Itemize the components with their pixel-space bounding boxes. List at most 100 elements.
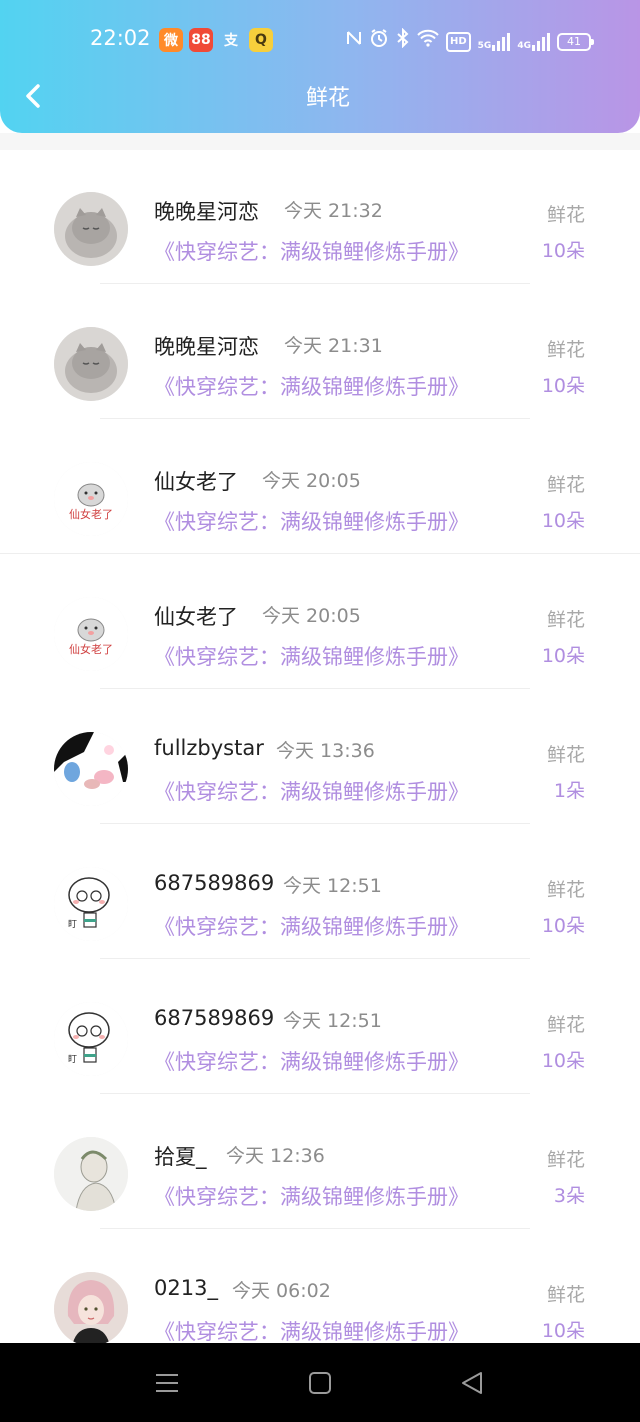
user-name[interactable]: 仙女老了 <box>154 601 238 631</box>
top-header: 22:02 微 88 支 Q HD 5G 4G 41 鲜花 <box>0 0 640 133</box>
record-time: 今天 12:36 <box>226 1145 325 1167</box>
gift-type: 鲜花 <box>546 744 585 766</box>
svg-text:仙女老了: 仙女老了 <box>69 507 113 521</box>
avatar[interactable] <box>54 192 128 266</box>
user-name[interactable]: 687589869 <box>154 871 274 895</box>
row-divider <box>100 283 530 284</box>
signal-5g-icon: 5G <box>478 32 511 51</box>
menu-icon <box>156 1374 178 1392</box>
user-name[interactable]: 拾夏_ <box>154 1141 207 1171</box>
gift-count: 1朵 <box>553 780 585 802</box>
book-title-link[interactable]: 《快穿综艺：满级锦鲤修炼手册》 <box>154 371 469 401</box>
book-title-link[interactable]: 《快穿综艺：满级锦鲤修炼手册》 <box>154 776 469 806</box>
record-time: 今天 13:36 <box>276 740 375 762</box>
user-name[interactable]: 0213_ <box>154 1276 218 1300</box>
home-button[interactable] <box>300 1365 340 1401</box>
user-name[interactable]: fullzbystar <box>154 736 264 760</box>
avatar[interactable] <box>54 1272 128 1343</box>
avatar[interactable]: 仙女老了 <box>54 462 128 536</box>
notification-icons: 微 88 支 Q <box>159 28 273 52</box>
gift-type: 鲜花 <box>546 339 585 361</box>
gift-type: 鲜花 <box>546 879 585 901</box>
record-time: 今天 12:51 <box>283 875 382 897</box>
avatar[interactable] <box>54 732 128 806</box>
signal-4g-icon: 4G <box>517 32 550 51</box>
user-name[interactable]: 晚晚星河恋 <box>154 196 259 226</box>
gift-record-list[interactable]: 晚晚星河恋 今天 21:32 《快穿综艺：满级锦鲤修炼手册》 鲜花 10朵 晚晚… <box>0 150 640 1343</box>
user-name[interactable]: 687589869 <box>154 1006 274 1030</box>
book-title-link[interactable]: 《快穿综艺：满级锦鲤修炼手册》 <box>154 506 469 536</box>
list-item[interactable]: 仙女老了 仙女老了 今天 20:05 《快穿综艺：满级锦鲤修炼手册》 鲜花 10… <box>0 555 640 690</box>
record-time: 今天 21:31 <box>284 335 383 357</box>
battery-icon: 41 <box>556 32 594 51</box>
row-divider <box>0 553 640 554</box>
list-item[interactable]: 拾夏_ 今天 12:36 《快穿综艺：满级锦鲤修炼手册》 鲜花 3朵 <box>0 1095 640 1230</box>
gift-count: 10朵 <box>541 915 585 937</box>
gift-type: 鲜花 <box>546 1149 585 1171</box>
list-item[interactable]: 0213_ 今天 06:02 《快穿综艺：满级锦鲤修炼手册》 鲜花 10朵 <box>0 1230 640 1343</box>
gift-type: 鲜花 <box>546 474 585 496</box>
gift-count: 10朵 <box>541 1320 585 1342</box>
menu-button[interactable] <box>147 1365 187 1401</box>
gift-count: 10朵 <box>541 240 585 262</box>
back-triangle-icon <box>462 1372 482 1394</box>
user-name[interactable]: 晚晚星河恋 <box>154 331 259 361</box>
alarm-icon <box>369 28 389 55</box>
book-title-link[interactable]: 《快穿综艺：满级锦鲤修炼手册》 <box>154 1316 469 1343</box>
svg-text:盯: 盯 <box>68 1054 77 1065</box>
avatar[interactable] <box>54 1137 128 1211</box>
wifi-icon <box>417 29 439 54</box>
record-time: 今天 06:02 <box>232 1280 331 1302</box>
row-divider <box>100 1228 530 1229</box>
user-name[interactable]: 仙女老了 <box>154 466 238 496</box>
gift-type: 鲜花 <box>546 204 585 226</box>
gift-type: 鲜花 <box>546 1284 585 1306</box>
hd-icon: HD <box>446 31 471 52</box>
weibo-icon: 微 <box>159 28 183 52</box>
status-time: 22:02 <box>90 26 151 50</box>
row-divider <box>100 823 530 824</box>
book-title-link[interactable]: 《快穿综艺：满级锦鲤修炼手册》 <box>154 236 469 266</box>
list-item[interactable]: 盯 687589869 今天 12:51 《快穿综艺：满级锦鲤修炼手册》 鲜花 … <box>0 960 640 1095</box>
gift-count: 10朵 <box>541 1050 585 1072</box>
record-time: 今天 20:05 <box>262 470 361 492</box>
qq-icon: Q <box>249 28 273 52</box>
avatar[interactable]: 盯 <box>54 1002 128 1076</box>
system-icons: HD 5G 4G 41 <box>346 27 594 55</box>
avatar[interactable] <box>54 327 128 401</box>
book-title-link[interactable]: 《快穿综艺：满级锦鲤修炼手册》 <box>154 911 469 941</box>
gift-count: 10朵 <box>541 510 585 532</box>
home-icon <box>309 1372 331 1394</box>
app-icon: 88 <box>189 28 213 52</box>
gift-count: 10朵 <box>541 375 585 397</box>
gift-count: 10朵 <box>541 645 585 667</box>
gift-type: 鲜花 <box>546 609 585 631</box>
gift-count: 3朵 <box>553 1185 585 1207</box>
header-divider <box>0 133 640 150</box>
list-item[interactable]: 仙女老了 仙女老了 今天 20:05 《快穿综艺：满级锦鲤修炼手册》 鲜花 10… <box>0 420 640 555</box>
row-divider <box>100 418 530 419</box>
row-divider <box>100 958 530 959</box>
back-nav-button[interactable] <box>453 1365 493 1401</box>
book-title-link[interactable]: 《快穿综艺：满级锦鲤修炼手册》 <box>154 641 469 671</box>
row-divider <box>100 688 530 689</box>
list-item[interactable]: 晚晚星河恋 今天 21:31 《快穿综艺：满级锦鲤修炼手册》 鲜花 10朵 <box>0 285 640 420</box>
avatar[interactable]: 仙女老了 <box>54 597 128 671</box>
avatar[interactable]: 盯 <box>54 867 128 941</box>
row-divider <box>100 1093 530 1094</box>
gift-type: 鲜花 <box>546 1014 585 1036</box>
list-item[interactable]: 盯 687589869 今天 12:51 《快穿综艺：满级锦鲤修炼手册》 鲜花 … <box>0 825 640 960</box>
svg-text:盯: 盯 <box>68 919 77 930</box>
svg-text:仙女老了: 仙女老了 <box>69 642 113 656</box>
page-title: 鲜花 <box>305 86 350 111</box>
status-bar: 22:02 微 88 支 Q HD 5G 4G 41 <box>0 22 640 60</box>
book-title-link[interactable]: 《快穿综艺：满级锦鲤修炼手册》 <box>154 1181 469 1211</box>
book-title-link[interactable]: 《快穿综艺：满级锦鲤修炼手册》 <box>154 1046 469 1076</box>
alipay-icon: 支 <box>224 33 238 49</box>
record-time: 今天 12:51 <box>283 1010 382 1032</box>
system-navigation-bar <box>0 1343 640 1422</box>
list-item[interactable]: 晚晚星河恋 今天 21:32 《快穿综艺：满级锦鲤修炼手册》 鲜花 10朵 <box>0 150 640 285</box>
list-item[interactable]: fullzbystar 今天 13:36 《快穿综艺：满级锦鲤修炼手册》 鲜花 … <box>0 690 640 825</box>
record-time: 今天 20:05 <box>262 605 361 627</box>
record-time: 今天 21:32 <box>284 200 383 222</box>
